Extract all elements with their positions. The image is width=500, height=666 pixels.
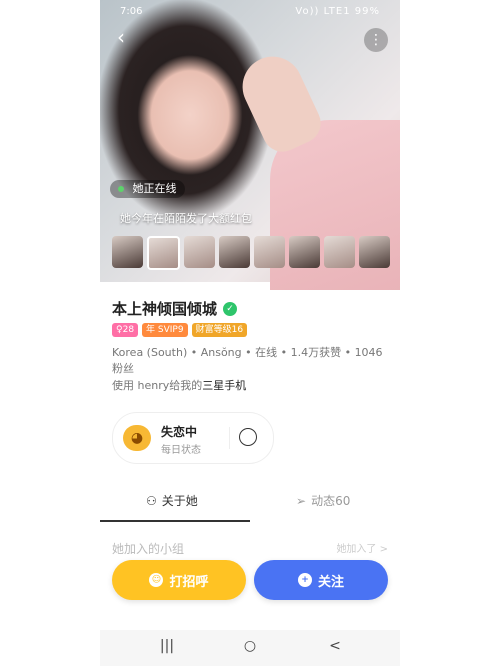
verified-check-icon: ✓: [223, 301, 238, 316]
photo-thumbnail[interactable]: [359, 236, 390, 268]
online-dot-icon: [118, 186, 124, 192]
gift-prefix: 使用 henry给我的: [112, 379, 203, 392]
badge-row: ♀28 年 SVIP9 财富等级16: [112, 323, 248, 337]
profile-screen: 7:06 Vo)) LTE1 99% ‹ ⋮ 她正在线 她今年在陌陌发了大额红包…: [100, 0, 400, 666]
name-row: 本上神倾国倾城 ✓: [112, 298, 238, 319]
more-dots-icon: ⋮: [369, 32, 383, 48]
status-bar: 7:06 Vo)) LTE1 99%: [100, 0, 400, 24]
photo-thumbnail-strip: [112, 236, 390, 270]
gender-age-badge: ♀28: [112, 323, 139, 337]
device-gift-line: 使用 henry给我的三星手机: [112, 377, 246, 393]
mood-emoji-icon: ◕: [123, 425, 151, 451]
battery-indicator: 99%: [354, 6, 380, 17]
photo-thumbnail-selected[interactable]: [147, 236, 180, 270]
tab-moments[interactable]: ➢ 动态60: [296, 492, 350, 509]
photo-thumbnail[interactable]: [289, 236, 320, 268]
photo-thumbnail[interactable]: [254, 236, 285, 268]
more-button[interactable]: ⋮: [364, 28, 388, 52]
tab-moments-label: 动态60: [311, 494, 351, 508]
photo-thumbnail[interactable]: [112, 236, 143, 268]
tab-about[interactable]: ⚇ 关于她: [146, 492, 198, 509]
home-button[interactable]: ○: [235, 638, 265, 654]
photo-thumbnail[interactable]: [184, 236, 215, 268]
gift-announcement: 她今年在陌陌发了大额红包: [120, 212, 252, 225]
greet-label: 打招呼: [169, 574, 209, 590]
chevron-left-icon: ‹: [117, 25, 125, 49]
online-label: 她正在线: [132, 182, 177, 195]
follow-label: 关注: [317, 574, 344, 590]
greet-button[interactable]: ☺ 打招呼: [112, 560, 246, 600]
chat-bubble-icon[interactable]: [239, 428, 257, 446]
photo-thumbnail[interactable]: [219, 236, 250, 268]
tab-about-label: 关于她: [161, 494, 198, 508]
svip-badge[interactable]: 年 SVIP9: [142, 323, 188, 337]
add-user-icon: +: [297, 573, 312, 587]
mood-card[interactable]: ◕ 失恋中 每日状态: [112, 412, 274, 464]
photo-thumbnail[interactable]: [324, 236, 355, 268]
mood-title: 失恋中: [161, 425, 198, 439]
online-status-pill: 她正在线: [110, 180, 185, 198]
gift-device: 三星手机: [202, 379, 247, 392]
joined-groups-label: 她加入的小组: [112, 542, 185, 556]
send-icon: ➢: [296, 493, 307, 508]
system-nav-bar: ||| ○ <: [100, 630, 400, 666]
mood-divider: [229, 427, 230, 449]
back-button[interactable]: ‹: [110, 26, 132, 48]
profile-meta: Korea (South) • Ansŏng • 在线 • 1.4万获赞 • 1…: [112, 346, 383, 375]
joined-groups-more[interactable]: 她加入了 >: [336, 540, 388, 555]
recent-apps-button[interactable]: |||: [152, 638, 182, 654]
chat-smile-icon: ☺: [149, 573, 164, 587]
mood-subtitle: 每日状态: [161, 445, 201, 456]
status-indicators: Vo)) LTE1 99%: [295, 6, 380, 17]
status-time: 7:06: [120, 6, 143, 17]
nav-back-button[interactable]: <: [320, 638, 350, 654]
profile-tabs: ⚇ 关于她 ➢ 动态60: [100, 484, 400, 522]
joined-groups-row[interactable]: 她加入的小组 她加入了 >: [112, 540, 388, 557]
person-icon: ⚇: [146, 493, 157, 508]
active-tab-underline: [100, 520, 250, 522]
follow-button[interactable]: + 关注: [254, 560, 388, 600]
profile-name: 本上神倾国倾城: [112, 300, 218, 318]
wealth-level-badge[interactable]: 财富等级16: [191, 323, 248, 337]
signal-indicator: Vo)) LTE1: [295, 6, 351, 17]
